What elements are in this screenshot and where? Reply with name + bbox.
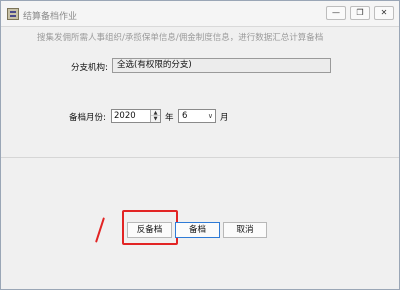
year-unit-label: 年: [165, 113, 174, 123]
red-annotation-stroke: [95, 217, 105, 243]
close-button[interactable]: ✕: [374, 6, 394, 20]
year-value: 2020: [114, 111, 136, 121]
unarchive-button[interactable]: 反备档: [127, 222, 172, 238]
archive-button[interactable]: 备档: [175, 222, 220, 238]
app-icon: [7, 8, 19, 20]
description-text: 搜集发佣所需人事组织/承揽保单信息/佣金制度信息，进行数据汇总计算备档: [37, 33, 324, 43]
chevron-down-icon: ∨: [207, 112, 213, 120]
period-label: 备档月份:: [69, 113, 106, 123]
minimize-button[interactable]: —: [326, 6, 346, 20]
spin-down-icon[interactable]: ▼: [151, 116, 160, 122]
month-value: 6: [182, 111, 188, 121]
month-select[interactable]: 6 ∨: [178, 109, 216, 123]
month-unit-label: 月: [220, 113, 229, 123]
divider: [1, 157, 399, 158]
title-bar: 结算备档作业 — ❐ ✕: [1, 1, 399, 27]
cancel-button[interactable]: 取消: [223, 222, 267, 238]
year-stepper[interactable]: 2020 ▲ ▼: [111, 109, 161, 123]
org-label: 分支机构:: [71, 63, 108, 73]
org-field[interactable]: 全选(有权限的分支): [112, 58, 331, 73]
restore-button[interactable]: ❐: [350, 6, 370, 20]
window: 结算备档作业 — ❐ ✕ 搜集发佣所需人事组织/承揽保单信息/佣金制度信息，进行…: [0, 0, 400, 290]
year-spin: ▲ ▼: [150, 110, 160, 122]
window-title: 结算备档作业: [23, 12, 78, 22]
